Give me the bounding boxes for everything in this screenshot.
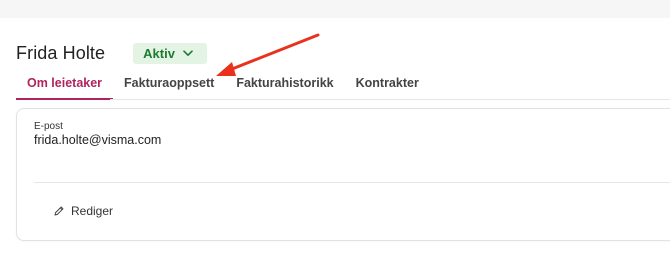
tab-divider bbox=[110, 99, 670, 100]
edit-label: Rediger bbox=[71, 204, 114, 218]
tab-om-leietaker[interactable]: Om leietaker bbox=[16, 70, 114, 100]
card-divider bbox=[34, 182, 670, 183]
email-label: E-post bbox=[34, 121, 63, 132]
tab-fakturaoppsett[interactable]: Fakturaoppsett bbox=[113, 70, 225, 100]
status-label: Aktiv bbox=[143, 45, 175, 61]
tab-bar: Om leietaker Fakturaoppsett Fakturahisto… bbox=[16, 70, 430, 100]
email-value: frida.holte@visma.com bbox=[34, 133, 162, 147]
tab-fakturahistorikk[interactable]: Fakturahistorikk bbox=[225, 70, 344, 100]
pencil-icon bbox=[54, 206, 64, 216]
tenant-header: Frida Holte Aktiv bbox=[16, 40, 207, 66]
edit-button[interactable]: Rediger bbox=[53, 204, 113, 218]
tab-kontrakter[interactable]: Kontrakter bbox=[345, 70, 430, 100]
tenant-name: Frida Holte bbox=[16, 42, 106, 63]
chevron-down-icon bbox=[183, 49, 193, 56]
top-bar bbox=[0, 0, 670, 18]
status-dropdown[interactable]: Aktiv bbox=[133, 42, 207, 64]
tenant-details-card: E-post frida.holte@visma.com Rediger bbox=[16, 108, 670, 241]
